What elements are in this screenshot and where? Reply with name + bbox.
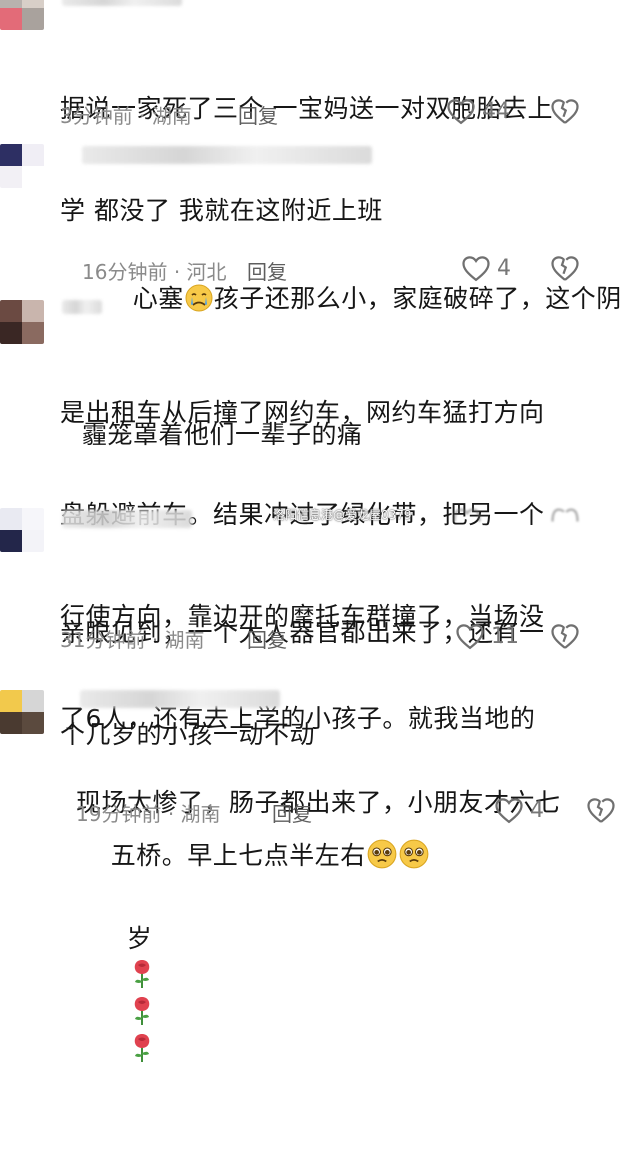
heart-outline-icon [453,508,481,522]
meta-separator: · [139,104,146,128]
like-button[interactable]: 44 [446,97,510,125]
like-button[interactable]: 4 [494,796,544,824]
heart-outline-icon [462,256,490,282]
reply-button[interactable]: 回复 [247,624,287,653]
meta-separator: · [173,260,181,284]
like-count: 4 [497,255,511,281]
like-button[interactable]: 4 [461,254,511,282]
meta-separator: · [167,802,175,826]
username[interactable] [62,510,192,528]
avatar[interactable] [0,300,44,344]
comment-time: 3分钟前 [60,104,133,128]
broken-heart-icon[interactable] [550,97,580,125]
like-count: 11 [491,623,519,649]
comment-meta: 31分钟前 · 湖南 [60,624,205,653]
like-count: 4 [530,797,544,823]
heart-outline-icon [495,798,523,824]
crying-face-icon [185,284,213,312]
reply-button[interactable]: 回复 [272,798,312,827]
meta-separator: · [151,628,159,652]
rose-icon [134,1034,149,1062]
broken-heart-icon[interactable] [586,796,616,824]
comment-text-part: 心塞 [132,284,184,313]
avatar[interactable] [0,690,44,734]
username[interactable] [80,690,280,708]
avatar[interactable] [0,508,44,552]
comment-time: 19分钟前 [76,802,162,826]
comment-location: 湖南 [164,628,205,652]
comment-text-line: 岁 [76,888,626,1101]
avatar[interactable] [0,144,44,188]
reply-button[interactable]: 回复 [247,256,287,285]
like-button[interactable]: 11 [455,622,519,650]
heart-outline-icon [456,624,484,650]
broken-heart-icon[interactable] [550,622,580,650]
avatar[interactable] [0,0,44,30]
broken-heart-icon[interactable] [550,254,580,282]
broken-heart-icon [551,508,579,522]
comment-meta: 19分钟前 · 湖南 [76,798,221,827]
comment-text: 现场太惨了，肠子都出来了，小朋友才六七 岁 [76,718,626,1169]
comment-meta: 3分钟前 · 湖南 [60,100,192,129]
comment-time: 31分钟前 [60,628,146,652]
comment-time: 16分钟前 [82,260,168,284]
comment-location: 湖南 [151,104,192,128]
comment-location: 湖南 [180,802,221,826]
watermark: 洛阳信息港@爱龙屋0379 [273,508,412,522]
username[interactable] [62,300,102,314]
comment-meta: 16分钟前 · 河北 [82,256,227,285]
username[interactable] [82,146,372,164]
rose-icon [134,960,149,988]
username[interactable] [62,0,182,6]
rose-icon [134,997,149,1025]
heart-outline-icon [447,99,475,125]
comment-text-part: 孩子还那么小，家庭破碎了，这个阴 [213,284,622,313]
reply-button[interactable]: 回复 [238,100,278,129]
comment-text-line: 是出租车从后撞了网约车，网约车猛打方向 [60,398,545,427]
like-count: 44 [482,98,510,124]
comment-text-part: 岁 [126,924,153,953]
comment-location: 河北 [186,260,227,284]
